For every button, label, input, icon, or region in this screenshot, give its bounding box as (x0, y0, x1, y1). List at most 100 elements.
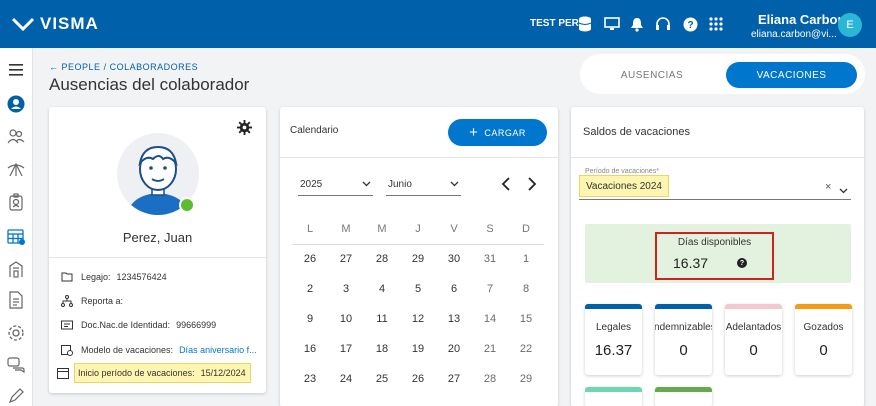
tab-toggle: AUSENCIAS VACACIONES (580, 54, 865, 94)
calendar-day[interactable]: 17 (328, 343, 364, 355)
calendar-day[interactable]: 23 (292, 373, 328, 385)
modelo-value[interactable]: Días aniversario f... (179, 345, 257, 355)
stat-indemnizables: Indemnizables 0 (655, 304, 712, 375)
calendar-day[interactable]: 3 (328, 283, 364, 295)
calendar-title: Calendario (290, 125, 339, 136)
headset-icon[interactable] (654, 15, 672, 33)
calendar-day[interactable]: 10 (328, 313, 364, 325)
breadcrumb: ← PEOPLE / COLABORADORES (49, 62, 198, 72)
info-legajo: Legajo: 1234576424 (61, 271, 167, 283)
badge-icon[interactable] (6, 192, 26, 212)
calendar-day[interactable]: 28 (364, 253, 400, 265)
documento-label: Doc.Nac.de Identidad: (81, 320, 171, 330)
user-name[interactable]: Eliana Carbon (758, 12, 845, 27)
weekday-label: J (415, 223, 421, 235)
breadcrumb-colaboradores[interactable]: COLABORADORES (110, 62, 199, 72)
chevron-down-icon[interactable] (839, 181, 848, 199)
calendar-day[interactable]: 5 (400, 283, 436, 295)
calendar-day[interactable]: 24 (328, 373, 364, 385)
calendar-day[interactable]: 13 (436, 313, 472, 325)
month-select[interactable]: Junio (386, 174, 461, 196)
clear-icon[interactable]: × (825, 181, 831, 193)
visma-logo-icon (12, 17, 34, 31)
stat-color-bar (655, 304, 712, 309)
calendar-day[interactable]: 21 (472, 343, 508, 355)
upload-button-label: CARGAR (484, 127, 526, 138)
profile-card: Perez, Juan Legajo: 1234576424 Reporta a:… (49, 107, 266, 393)
calendar-day[interactable]: 26 (400, 373, 436, 385)
profile-icon[interactable] (6, 94, 26, 114)
info-documento: Doc.Nac.de Identidad: 99666999 (61, 319, 216, 331)
stat-value: 0 (749, 342, 758, 359)
visma-logo[interactable]: VISMA (12, 14, 99, 34)
divider (49, 257, 266, 258)
monitor-icon[interactable] (603, 15, 621, 33)
calendar-day[interactable]: 18 (364, 343, 400, 355)
calendar-day[interactable]: 19 (400, 343, 436, 355)
calendar-day[interactable]: 6 (436, 283, 472, 295)
year-select[interactable]: 2025 (298, 174, 373, 196)
weekday-label: L (306, 223, 314, 235)
apps-grid-icon[interactable] (707, 15, 725, 33)
stat-adelantados: Adelantados 0 (725, 304, 782, 375)
calendar-day[interactable]: 27 (328, 253, 364, 265)
calendar-day[interactable]: 16 (292, 343, 328, 355)
help-icon[interactable]: ? (737, 258, 747, 268)
calendar-day[interactable]: 9 (292, 313, 328, 325)
calendar-day[interactable]: 29 (400, 253, 436, 265)
edit-icon[interactable] (6, 386, 26, 406)
top-bar: VISMA TEST PERÚ ? Eliana Carbon eliana.c… (0, 0, 876, 48)
calendar-day[interactable]: 11 (364, 313, 400, 325)
prev-month-icon[interactable] (501, 177, 511, 194)
document-icon[interactable] (6, 290, 26, 310)
chat-icon[interactable] (6, 355, 26, 375)
info-modelo: Modelo de vacaciones: Días aniversario f.… (61, 344, 257, 356)
help-icon[interactable]: ? (681, 15, 699, 33)
info-inicio-periodo: Inicio período de vacaciones: 15/12/2024 (57, 363, 251, 383)
month-value: Junio (388, 179, 412, 190)
back-arrow-icon[interactable]: ← (49, 62, 59, 72)
org-icon[interactable] (6, 259, 26, 279)
available-days-highlight: Días disponibles 16.37 ? (655, 232, 774, 280)
calendar-day[interactable]: 14 (472, 313, 508, 325)
weekday-label: M (377, 223, 387, 235)
tab-vacaciones[interactable]: VACACIONES (726, 62, 857, 88)
calendar-icon[interactable] (6, 226, 26, 246)
gear-icon[interactable] (237, 120, 252, 140)
calendar-day[interactable]: 2 (292, 283, 328, 295)
database-icon[interactable] (576, 15, 594, 33)
calendar-day[interactable]: 8 (508, 283, 544, 295)
weekday-label: V (450, 223, 458, 235)
stat-card-partial (655, 387, 712, 406)
calendar-day[interactable]: 31 (472, 253, 508, 265)
calendar-day[interactable]: 4 (364, 283, 400, 295)
settings-icon[interactable] (6, 323, 26, 343)
calendar-day[interactable]: 12 (400, 313, 436, 325)
period-select[interactable]: Vacaciones 2024 (579, 175, 669, 197)
calendar-day[interactable]: 20 (436, 343, 472, 355)
calendar-day[interactable]: 27 (436, 373, 472, 385)
menu-icon[interactable] (6, 60, 26, 80)
bell-icon[interactable] (628, 15, 646, 33)
tab-ausencias[interactable]: AUSENCIAS (582, 62, 722, 88)
stat-value: 16.37 (594, 342, 633, 359)
calendar-day[interactable]: 7 (472, 283, 508, 295)
calendar-day[interactable]: 15 (508, 313, 544, 325)
calendar-day[interactable]: 26 (292, 253, 328, 265)
balance-title: Saldos de vacaciones (583, 126, 691, 138)
calendar-day[interactable]: 1 (508, 253, 544, 265)
breadcrumb-people[interactable]: PEOPLE (62, 62, 101, 72)
next-month-icon[interactable] (527, 177, 537, 194)
calendar-day[interactable]: 28 (472, 373, 508, 385)
calendar-day[interactable]: 22 (508, 343, 544, 355)
avatar[interactable]: E (838, 13, 862, 37)
available-days-panel: Días disponibles 16.37 ? (585, 224, 851, 283)
stat-color-bar (725, 304, 782, 309)
calendar-day[interactable]: 25 (364, 373, 400, 385)
absences-icon[interactable] (6, 160, 26, 180)
employee-name: Perez, Juan (122, 230, 193, 245)
calendar-day[interactable]: 30 (436, 253, 472, 265)
people-icon[interactable] (6, 126, 26, 146)
upload-button[interactable]: + CARGAR (448, 119, 547, 146)
calendar-day[interactable]: 29 (508, 373, 544, 385)
